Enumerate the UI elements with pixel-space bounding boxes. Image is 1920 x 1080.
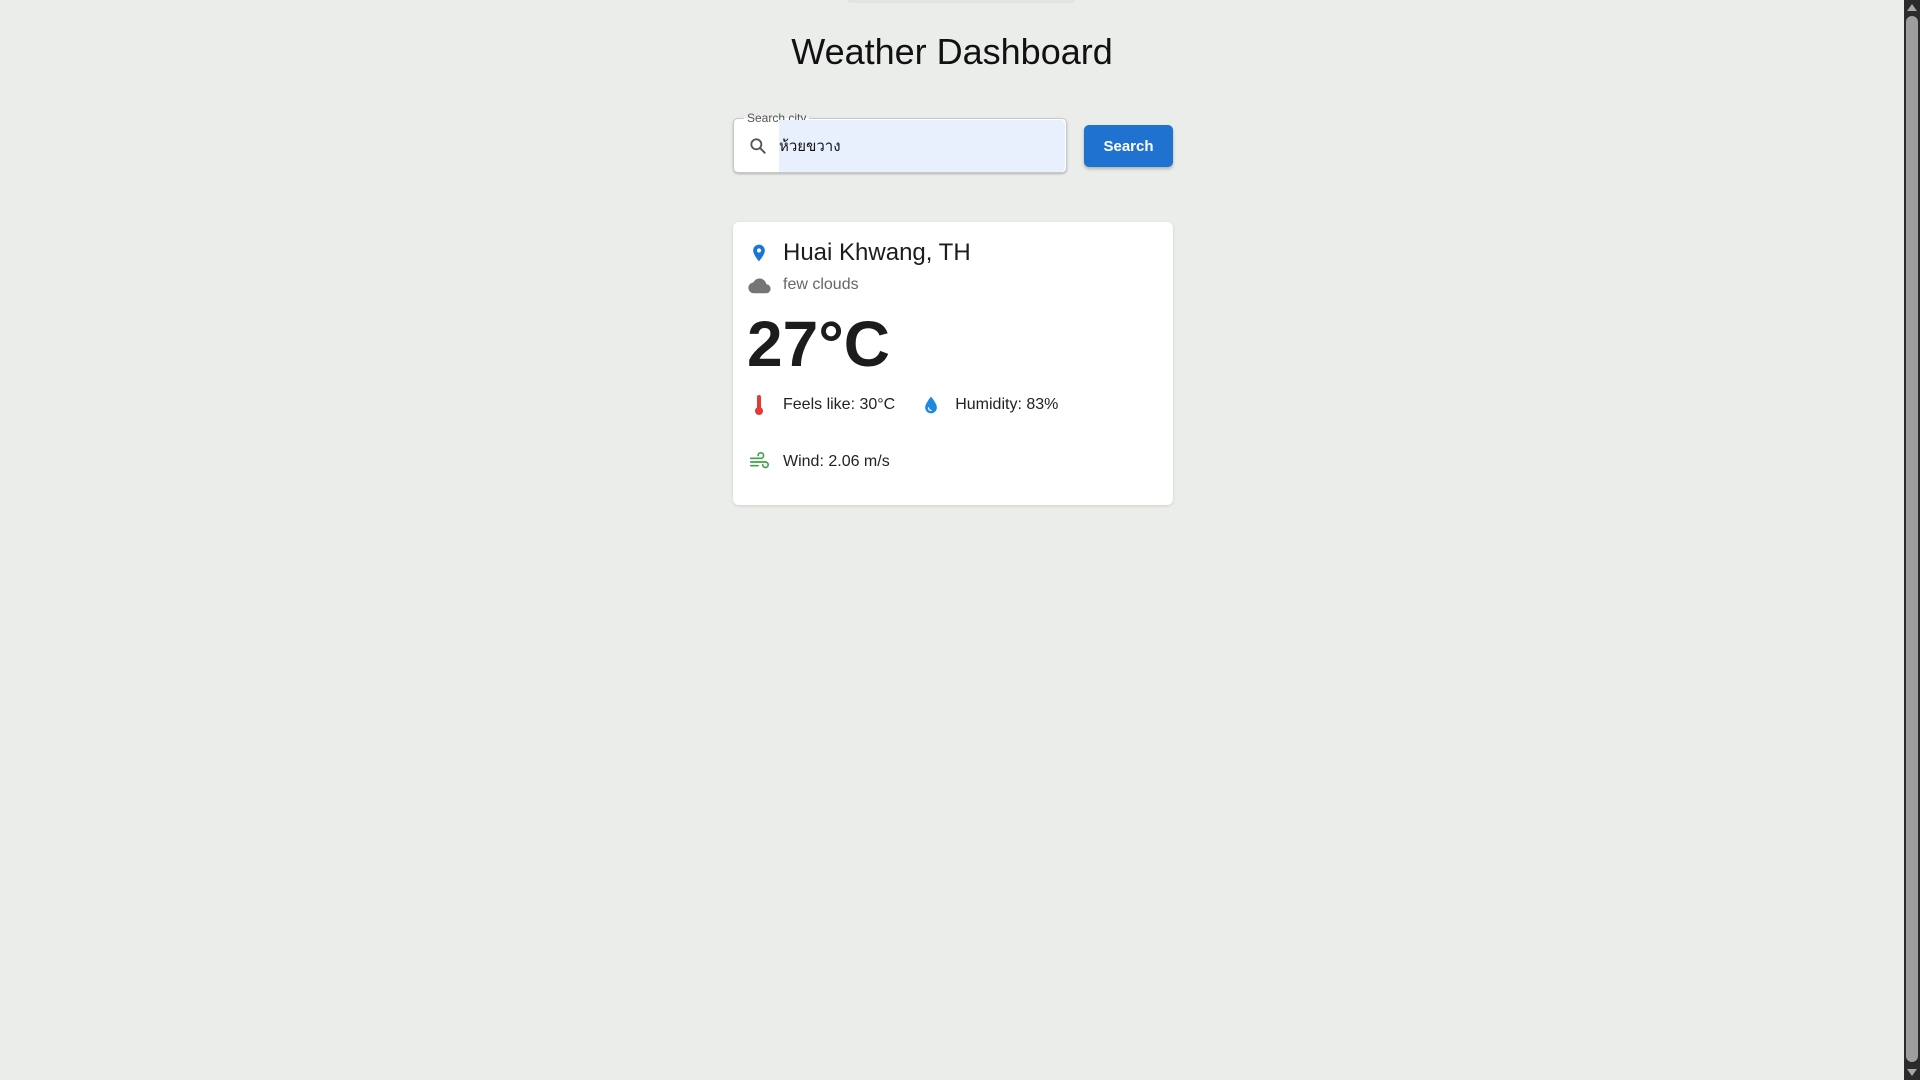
water-drop-icon — [919, 393, 943, 417]
feels-like-text: Feels like: 30°C — [783, 396, 896, 413]
search-icon — [748, 136, 768, 156]
search-button[interactable]: Search — [1084, 125, 1173, 167]
location-name: Huai Khwang, TH — [783, 239, 971, 266]
cloud-icon — [747, 273, 771, 297]
wind-icon — [747, 450, 771, 474]
metrics-row: Feels like: 30°C Humidity: 83% — [747, 392, 1082, 418]
vertical-scrollbar[interactable] — [1904, 0, 1920, 1080]
page-title: Weather Dashboard — [791, 31, 1113, 72]
temperature-value: 27°C — [747, 308, 890, 380]
weather-card: Huai Khwang, TH few clouds 27°C Feels li… — [733, 222, 1173, 505]
app-viewport: Weather Dashboard Search city Search Hua… — [0, 0, 1920, 1080]
location-row: Huai Khwang, TH — [747, 238, 971, 268]
search-input[interactable] — [779, 120, 1065, 172]
location-pin-icon — [747, 241, 771, 265]
search-field[interactable]: Search city — [733, 111, 1067, 173]
wind-text: Wind: 2.06 m/s — [783, 453, 890, 470]
top-edge-element — [847, 0, 1075, 3]
scroll-up-arrow-icon[interactable] — [1907, 4, 1917, 11]
scrollbar-thumb[interactable] — [1906, 16, 1918, 1062]
condition-text: few clouds — [783, 276, 859, 293]
humidity-metric: Humidity: 83% — [919, 393, 1058, 417]
wind-row: Wind: 2.06 m/s — [747, 449, 914, 475]
humidity-text: Humidity: 83% — [955, 396, 1059, 413]
scroll-down-arrow-icon[interactable] — [1907, 1069, 1917, 1076]
wind-metric: Wind: 2.06 m/s — [747, 450, 890, 474]
condition-row: few clouds — [747, 274, 859, 296]
feels-like-metric: Feels like: 30°C — [747, 393, 895, 417]
thermometer-icon — [747, 393, 771, 417]
